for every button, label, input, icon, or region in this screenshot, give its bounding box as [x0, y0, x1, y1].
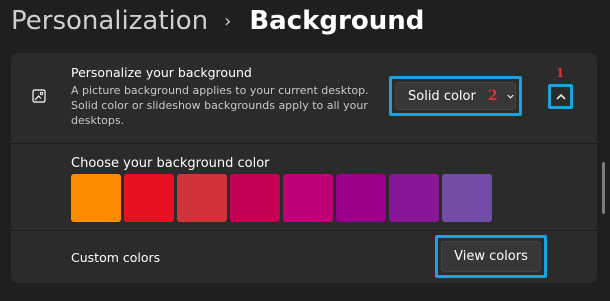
- custom-colors-row: Custom colors View colors: [11, 231, 597, 283]
- personalize-title: Personalize your background: [71, 65, 252, 80]
- personalize-background-row: Personalize your background A picture ba…: [11, 53, 597, 144]
- annotation-marker-2: 2: [487, 88, 498, 104]
- breadcrumb-separator: ›: [224, 10, 232, 32]
- view-colors-button[interactable]: View colors: [441, 241, 541, 272]
- view-colors-highlight: View colors: [435, 235, 547, 278]
- chevron-up-icon: [555, 93, 566, 100]
- color-swatch[interactable]: [283, 174, 333, 222]
- custom-colors-label: Custom colors: [71, 250, 161, 265]
- color-swatch[interactable]: [71, 174, 121, 222]
- color-swatch[interactable]: [442, 174, 492, 222]
- personalize-description: A picture background applies to your cur…: [71, 84, 369, 127]
- color-swatch[interactable]: [177, 174, 227, 222]
- color-swatch[interactable]: [230, 174, 280, 222]
- choose-color-label: Choose your background color: [71, 156, 270, 171]
- choose-color-row: Choose your background color: [11, 144, 597, 231]
- page-title: Background: [249, 6, 425, 36]
- collapse-button[interactable]: [548, 84, 573, 109]
- background-settings-card: Personalize your background A picture ba…: [11, 53, 597, 283]
- color-swatch[interactable]: [124, 174, 174, 222]
- breadcrumb-personalization[interactable]: Personalization: [11, 6, 208, 36]
- color-swatch[interactable]: [336, 174, 386, 222]
- chevron-down-icon: [506, 94, 514, 99]
- scrollbar-thumb[interactable]: [602, 162, 605, 214]
- annotation-marker-1: 1: [556, 66, 565, 80]
- dropdown-value: Solid color: [408, 88, 476, 104]
- dropdown-highlight: Solid color 2: [389, 76, 522, 116]
- picture-icon: [32, 89, 46, 103]
- background-type-dropdown[interactable]: Solid color 2: [395, 82, 516, 110]
- breadcrumb: Personalization › Background: [11, 3, 424, 39]
- color-swatch[interactable]: [389, 174, 439, 222]
